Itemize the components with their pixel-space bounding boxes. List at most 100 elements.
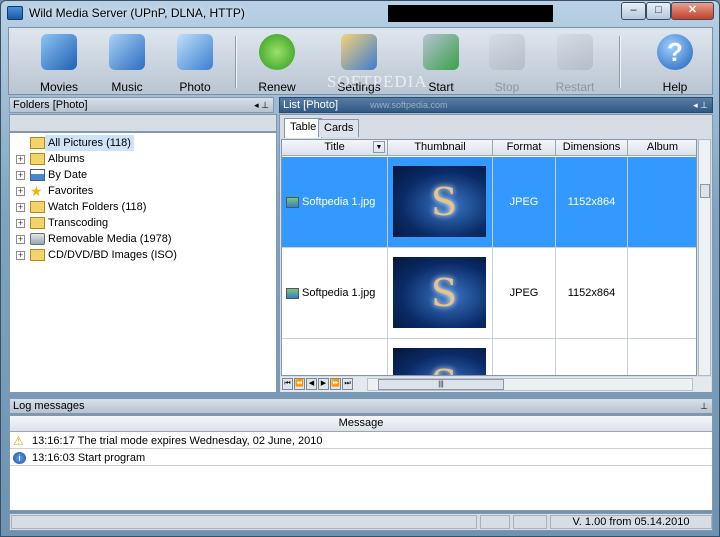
log-messages: Message ⚠ 13:16:17 The trial mode expire… [9,415,713,511]
expand-icon[interactable]: + [16,203,25,212]
restart-label: Restart [555,80,595,94]
folder-icon [30,249,45,261]
column-header-message[interactable]: Message [10,416,712,432]
expand-icon[interactable]: + [16,219,25,228]
image-file-icon [286,288,299,299]
thumbnail-image: S [393,166,486,237]
music-button[interactable]: Music [95,30,159,94]
music-icon [109,34,145,70]
restart-button[interactable]: Restart [543,30,607,94]
vertical-scrollbar[interactable] [698,139,711,376]
cell-title: Softpedia 1.jpg [282,157,388,248]
column-header-thumbnail[interactable]: Thumbnail [388,140,493,156]
expand-icon[interactable]: + [16,251,25,260]
maximize-button[interactable]: □ [646,2,671,20]
prev-icon[interactable]: ◀ [306,378,317,390]
cell-dimensions [556,339,628,375]
softpedia-url-watermark: www.softpedia.com [370,100,448,110]
table-row[interactable]: Softpedia 1.jpg S JPEG 1152x864 [282,157,696,248]
status-panel [513,515,547,529]
tree-item-disc-images[interactable]: + CD/DVD/BD Images (ISO) [14,247,276,263]
tree-item-label: Watch Folders (118) [48,201,147,213]
photo-button[interactable]: Photo [163,30,227,94]
tree-item-label: CD/DVD/BD Images (ISO) [48,249,177,261]
tree-item-transcoding[interactable]: + Transcoding [14,215,276,231]
expand-icon[interactable]: + [16,235,25,244]
info-icon: i [13,452,26,464]
cell-format: JPEG [493,157,556,248]
column-title-label: Title [324,141,345,153]
file-title: Softpedia 1.jpg [302,287,376,299]
softpedia-watermark: SOFTPEDIA [327,72,428,91]
renew-button[interactable]: Renew [245,30,309,94]
pin-icon[interactable]: ⊥ [700,399,708,413]
sort-dropdown-icon[interactable]: ▼ [373,141,385,153]
help-label: Help [662,80,688,94]
file-format: JPEG [509,287,539,299]
tree-item-by-date[interactable]: + By Date [14,167,276,183]
folders-subbar [9,114,277,132]
list-panel: Table Cards Title ▼ Thumbnail Format Dim… [279,114,713,393]
photo-icon [177,34,213,70]
tree-item-watch-folders[interactable]: + Watch Folders (118) [14,199,276,215]
next-icon[interactable]: ▶ [318,378,329,390]
app-icon [7,6,23,20]
table-row[interactable]: Softpedia 1.jpg S JPEG 1152x864 [282,248,696,339]
expand-icon[interactable]: + [16,187,25,196]
cell-thumbnail: S [388,248,493,339]
expand-icon[interactable]: + [16,155,25,164]
folder-icon [30,153,45,165]
pin-icon[interactable]: ◂ ⊥ [254,98,269,112]
tree-item-label: By Date [48,169,88,181]
first-page-icon[interactable]: ⏮ [282,378,293,390]
renew-icon [259,34,295,70]
next-page-icon[interactable]: ⏩ [330,378,341,390]
file-title: Softpedia 1.jpg [302,196,376,208]
tab-cards[interactable]: Cards [318,119,360,137]
tree-item-all-pictures[interactable]: All Pictures (118) [14,135,276,151]
column-header-album[interactable]: Album [628,140,696,156]
tree-item-label: Albums [48,153,85,165]
horizontal-scrollbar[interactable]: ||| [367,378,693,391]
cell-dimensions: 1152x864 [556,157,628,248]
help-icon: ? [657,34,693,70]
movies-button[interactable]: Movies [27,30,91,94]
file-format: JPEG [509,196,539,208]
pin-icon[interactable]: ◂ ⊥ [693,98,708,112]
close-button[interactable]: ✕ [671,2,714,20]
status-panel [480,515,510,529]
stop-icon [489,34,525,70]
cell-album [628,157,696,248]
log-message-text: 13:16:17 The trial mode expires Wednesda… [32,435,323,447]
photo-label: Photo [179,80,211,94]
help-button[interactable]: ? Help [643,30,707,94]
calendar-icon [30,169,45,181]
folder-icon [30,201,45,213]
tree-item-albums[interactable]: + Albums [14,151,276,167]
column-header-format[interactable]: Format [493,140,556,156]
log-row[interactable]: i 13:16:03 Start program [10,450,712,466]
prev-page-icon[interactable]: ⏪ [294,378,305,390]
settings-icon [341,34,377,70]
tree-item-removable-media[interactable]: + Removable Media (1978) [14,231,276,247]
table-row[interactable]: S [282,339,696,375]
cell-album [628,248,696,339]
column-header-dimensions[interactable]: Dimensions [556,140,628,156]
horizontal-scroll-thumb[interactable]: ||| [378,379,504,390]
file-dimensions: 1152x864 [567,287,616,299]
vertical-scroll-thumb[interactable] [700,184,710,198]
cell-thumbnail: S [388,339,493,375]
column-header-title[interactable]: Title ▼ [282,140,388,156]
expand-icon[interactable]: + [16,171,25,180]
star-icon: ★ [30,183,43,199]
folders-panel-title: Folders [Photo] [13,99,88,111]
thumbnail-image: S [393,348,486,375]
stop-button[interactable]: Stop [475,30,539,94]
log-row[interactable]: ⚠ 13:16:17 The trial mode expires Wednes… [10,433,712,449]
tree-item-favorites[interactable]: + ★ Favorites [14,183,276,199]
folder-open-icon [30,137,45,149]
last-page-icon[interactable]: ⏭ [342,378,353,390]
cell-format: JPEG [493,248,556,339]
tab-table[interactable]: Table [284,118,323,138]
minimize-button[interactable]: – [621,2,646,20]
